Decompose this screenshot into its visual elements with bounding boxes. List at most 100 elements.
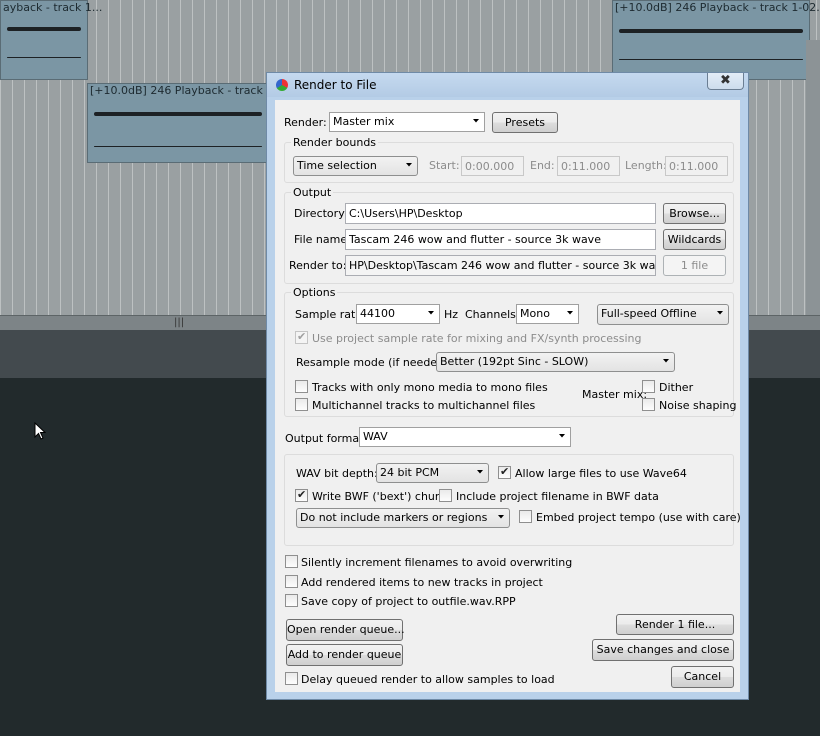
render-to-field: HP\Desktop\Tascam 246 wow and flutter - … (345, 255, 656, 276)
mouse-cursor-icon (34, 422, 46, 440)
include-filename-label: Include project filename in BWF data (456, 490, 659, 503)
close-button[interactable]: ✖ (707, 73, 744, 90)
silently-increment-checkbox[interactable] (285, 555, 298, 568)
use-project-rate-checkbox[interactable]: ✔ (295, 330, 308, 344)
directory-field[interactable]: C:\Users\HP\Desktop (345, 203, 656, 224)
write-bwf-label: Write BWF ('bext') chunk (312, 490, 449, 503)
filename-label: File name: (294, 233, 351, 246)
chevron-down-icon (477, 470, 483, 474)
render-bounds-select[interactable]: Time selection (293, 156, 418, 176)
end-label: End: (530, 159, 555, 172)
presets-button[interactable]: Presets (492, 112, 558, 133)
sample-rate-select[interactable]: 44100 (356, 304, 440, 324)
dialog-title: Render to File (294, 78, 377, 92)
check-icon: ✔ (500, 465, 510, 478)
waveform (94, 112, 262, 116)
resample-mode-select[interactable]: Better (192pt Sinc - SLOW) (436, 352, 675, 372)
media-item-label: [+10.0dB] 246 Playback - track 1-02.wav (615, 1, 820, 14)
chevron-down-icon (717, 311, 723, 315)
master-mix-label: Master mix: (582, 388, 648, 401)
noise-shaping-checkbox[interactable] (642, 398, 655, 411)
dialog-titlebar[interactable]: Render to File ✖ (267, 73, 748, 97)
include-filename-checkbox[interactable] (439, 489, 452, 502)
write-bwf-checkbox[interactable]: ✔ (295, 488, 308, 502)
chevron-down-icon (428, 311, 434, 315)
chevron-down-icon (498, 515, 504, 519)
chevron-down-icon (406, 163, 412, 167)
check-icon: ✔ (297, 488, 307, 501)
options-title: Options (291, 286, 338, 299)
directory-label: Directory: (294, 207, 348, 220)
waveform (94, 146, 262, 147)
wildcards-button[interactable]: Wildcards (663, 229, 726, 250)
wave64-checkbox[interactable]: ✔ (498, 465, 511, 479)
output-format-label: Output format: (285, 432, 368, 445)
vertical-scrollbar[interactable] (806, 40, 820, 315)
close-icon: ✖ (720, 73, 731, 88)
scroll-grip-icon[interactable]: ||| (174, 317, 184, 328)
channels-label: Channels: (465, 308, 520, 321)
waveform (7, 27, 81, 31)
wave64-label: Allow large files to use Wave64 (515, 467, 687, 480)
mono-tracks-checkbox[interactable] (295, 380, 308, 393)
render-label: Render: (284, 116, 327, 129)
delay-render-checkbox[interactable] (285, 672, 298, 685)
add-rendered-label: Add rendered items to new tracks in proj… (301, 576, 543, 589)
waveform (619, 29, 803, 33)
render-bounds-title: Render bounds (291, 136, 379, 149)
wav-bit-depth-label: WAV bit depth: (296, 467, 378, 480)
media-item[interactable]: [+10.0dB] 246 Playback - track 1-02.wav (612, 0, 820, 80)
length-field[interactable]: 0:11.000 (665, 156, 728, 176)
dither-label: Dither (659, 381, 694, 394)
wav-bit-depth-select[interactable]: 24 bit PCM (376, 463, 489, 483)
chevron-down-icon (567, 311, 573, 315)
check-icon: ✔ (297, 330, 307, 343)
waveform (7, 57, 81, 58)
delay-render-label: Delay queued render to allow samples to … (301, 673, 555, 686)
noise-shaping-label: Noise shaping (659, 399, 737, 412)
hz-label: Hz (444, 308, 459, 321)
start-label: Start: (429, 159, 460, 172)
output-title: Output (291, 186, 334, 199)
render-to-label: Render to: (289, 259, 347, 272)
end-field[interactable]: 0:11.000 (557, 156, 620, 176)
multichannel-checkbox[interactable] (295, 398, 308, 411)
media-item-label: [+10.0dB] 246 Playback - track 2.w... (90, 84, 296, 97)
render-files-button[interactable]: Render 1 file... (616, 614, 734, 635)
media-item[interactable]: ayback - track 1... (0, 0, 102, 80)
files-count-button[interactable]: 1 file (663, 255, 726, 276)
chevron-down-icon (473, 119, 479, 123)
start-field[interactable]: 0:00.000 (461, 156, 524, 176)
output-format-select[interactable]: WAV (359, 427, 571, 447)
render-speed-select[interactable]: Full-speed Offline (597, 304, 729, 325)
render-to-file-dialog: Render to File ✖ Render: Master mix Pres… (266, 72, 749, 700)
chevron-down-icon (559, 434, 565, 438)
chevron-down-icon (663, 359, 669, 363)
channels-select[interactable]: Mono (516, 304, 579, 324)
open-render-queue-button[interactable]: Open render queue... (286, 619, 405, 641)
reaper-app-icon (276, 79, 288, 91)
cancel-button[interactable]: Cancel (671, 666, 734, 688)
filename-field[interactable]: Tascam 246 wow and flutter - source 3k w… (345, 229, 656, 250)
silently-increment-label: Silently increment filenames to avoid ov… (301, 556, 573, 569)
length-label: Length: (625, 159, 667, 172)
dialog-client: Render: Master mix Presets Render bounds… (275, 100, 741, 692)
markers-select[interactable]: Do not include markers or regions (296, 508, 510, 528)
save-and-close-button[interactable]: Save changes and close (592, 639, 734, 661)
multichannel-label: Multichannel tracks to multichannel file… (312, 399, 536, 412)
waveform (619, 59, 803, 60)
media-item-label: ayback - track 1... (3, 1, 103, 14)
media-item[interactable]: [+10.0dB] 246 Playback - track 2.w... (87, 83, 295, 163)
browse-button[interactable]: Browse... (663, 203, 726, 224)
resample-label: Resample mode (if needed): (296, 356, 453, 369)
mono-tracks-label: Tracks with only mono media to mono file… (312, 381, 548, 394)
save-copy-checkbox[interactable] (285, 594, 298, 607)
embed-tempo-checkbox[interactable] (519, 510, 532, 523)
add-to-render-queue-button[interactable]: Add to render queue (286, 644, 403, 666)
use-project-rate-label: Use project sample rate for mixing and F… (312, 332, 642, 345)
render-source-select[interactable]: Master mix (329, 112, 485, 132)
embed-tempo-label: Embed project tempo (use with care) (536, 511, 741, 524)
save-copy-label: Save copy of project to outfile.wav.RPP (301, 595, 516, 608)
dither-checkbox[interactable] (642, 380, 655, 393)
add-rendered-checkbox[interactable] (285, 575, 298, 588)
